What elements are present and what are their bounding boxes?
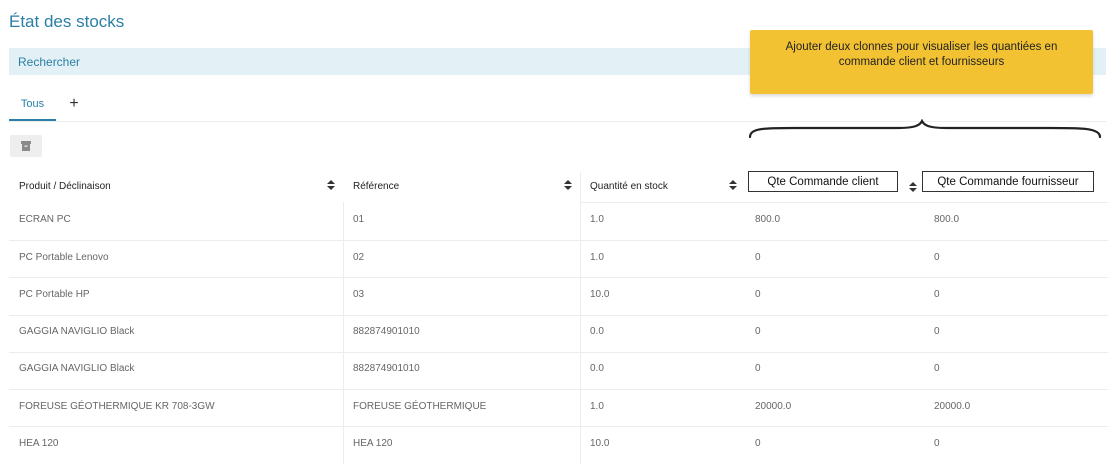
cell-product: ECRAN PC	[19, 214, 71, 225]
cell-supplier-qty: 800.0	[934, 214, 960, 225]
cell-client-qty: 800.0	[755, 214, 781, 225]
archive-button[interactable]	[10, 135, 42, 157]
cell-supplier-qty: 20000.0	[934, 401, 971, 412]
cell-stock: 10.0	[590, 289, 610, 300]
cell-stock: 10.0	[590, 438, 610, 449]
column-header-product[interactable]: Produit / Déclinaison	[19, 181, 111, 192]
cell-reference: 02	[353, 252, 365, 263]
cell-product: GAGGIA NAVIGLIO Black	[19, 363, 135, 374]
search-label[interactable]: Rechercher	[18, 55, 80, 69]
cell-product: GAGGIA NAVIGLIO Black	[19, 326, 135, 337]
archive-icon	[21, 141, 31, 151]
cell-product: HEA 120	[19, 438, 59, 449]
cell-client-qty: 0	[755, 326, 761, 337]
cell-stock: 1.0	[590, 214, 604, 225]
cell-reference: 882874901010	[353, 326, 420, 337]
cell-reference: 882874901010	[353, 363, 420, 374]
cell-supplier-qty: 0	[934, 289, 940, 300]
cell-supplier-qty: 0	[934, 252, 940, 263]
sort-icon[interactable]	[564, 180, 572, 190]
row-divider	[9, 352, 1108, 353]
row-divider	[9, 389, 1108, 390]
cell-client-qty: 0	[755, 289, 761, 300]
row-divider	[9, 315, 1108, 316]
stock-status-page: État des stocks Rechercher Tous + Produi…	[0, 0, 1109, 476]
column-separator	[343, 202, 344, 464]
cell-product: PC Portable Lenovo	[19, 252, 109, 263]
cell-reference: FOREUSE GÉOTHERMIQUE	[353, 401, 487, 412]
row-divider	[9, 240, 1108, 241]
column-header-reference[interactable]: Référence	[353, 181, 399, 192]
cell-supplier-qty: 0	[934, 438, 940, 449]
cell-supplier-qty: 0	[934, 363, 940, 374]
cell-stock: 1.0	[590, 252, 604, 263]
cell-product: FOREUSE GÉOTHERMIQUE KR 708-3GW	[19, 401, 215, 412]
cell-client-qty: 0	[755, 363, 761, 374]
column-separator	[580, 172, 581, 464]
cell-client-qty: 0	[755, 252, 761, 263]
annotation-text: Ajouter deux clonnes pour visualiser les…	[785, 41, 1058, 68]
page-title: État des stocks	[9, 12, 125, 31]
cell-product: PC Portable HP	[19, 289, 90, 300]
row-divider	[9, 426, 1108, 427]
cell-client-qty: 20000.0	[755, 401, 792, 412]
cell-stock: 0.0	[590, 326, 604, 337]
sort-icon[interactable]	[909, 182, 917, 192]
cell-reference: HEA 120	[353, 438, 393, 449]
cell-supplier-qty: 0	[934, 326, 940, 337]
row-divider	[9, 277, 1108, 278]
curly-brace-icon	[748, 119, 1102, 139]
column-header-stock[interactable]: Quantité en stock	[590, 181, 668, 192]
new-column-client-orders: Qte Commande client	[748, 171, 898, 192]
filter-tabs: Tous +	[9, 93, 1106, 122]
cell-reference: 01	[353, 214, 365, 225]
sort-icon[interactable]	[327, 180, 335, 190]
annotation-sticky-note: Ajouter deux clonnes pour visualiser les…	[750, 30, 1093, 94]
header-divider	[580, 202, 1108, 203]
sort-icon[interactable]	[729, 180, 737, 190]
new-column-supplier-orders: Qte Commande fournisseur	[922, 171, 1094, 192]
cell-stock: 1.0	[590, 401, 604, 412]
tab-all[interactable]: Tous	[9, 93, 56, 121]
cell-stock: 0.0	[590, 363, 604, 374]
cell-client-qty: 0	[755, 438, 761, 449]
cell-reference: 03	[353, 289, 365, 300]
add-tab-button[interactable]: +	[66, 95, 82, 113]
